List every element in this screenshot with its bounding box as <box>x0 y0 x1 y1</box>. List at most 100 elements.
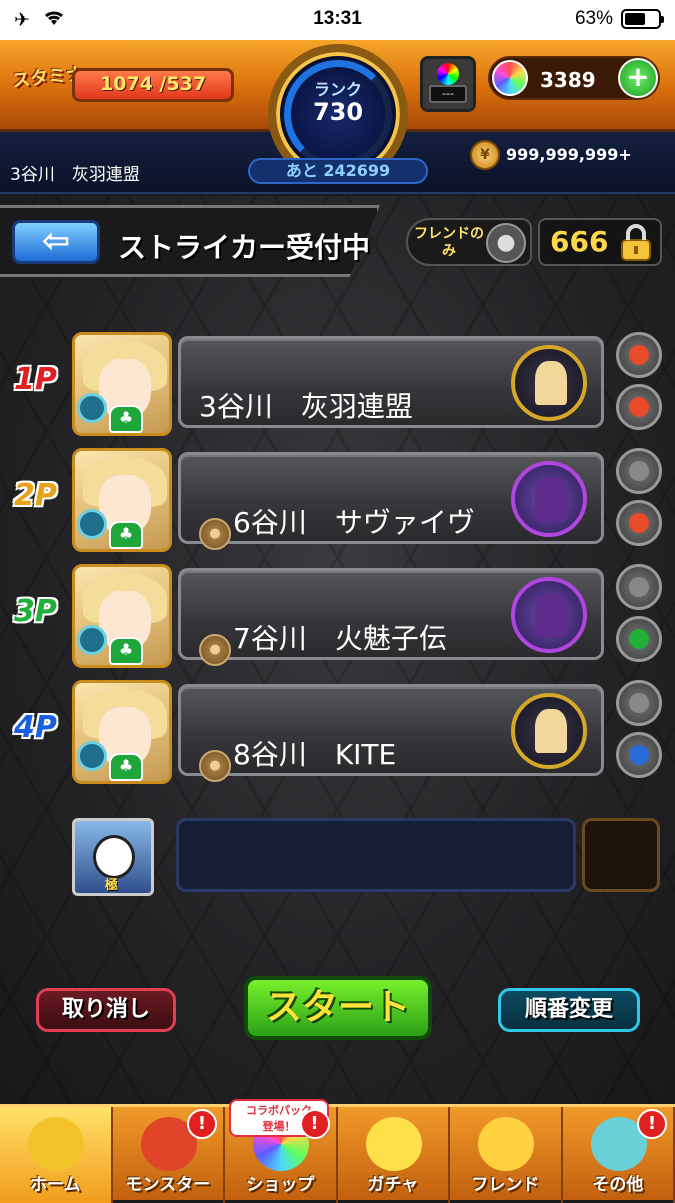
monster-portrait[interactable]: ♣ <box>72 680 172 784</box>
status-bottom-icon[interactable] <box>616 616 662 662</box>
orb-counter: 3389 + <box>488 56 660 100</box>
nav-item[interactable]: フレンド <box>450 1107 563 1203</box>
rank-exp-remaining: あと 242699 <box>248 158 428 184</box>
player-avatar[interactable] <box>511 345 587 421</box>
coin-count: 999,999,999+ <box>506 145 632 164</box>
home-gate-icon <box>28 1117 84 1171</box>
player-avatar[interactable] <box>511 461 587 537</box>
player-name: 6谷川 サヴァイヴ <box>233 506 475 539</box>
status-bar: ✈ 13:31 63% <box>0 0 675 40</box>
coin-icon: ¥ <box>470 140 500 170</box>
player-avatar[interactable] <box>511 693 587 769</box>
nav-item[interactable]: ガチャ <box>338 1107 451 1203</box>
bottom-nav: ホーム ! モンスター コラボパック 登場！ ! ショップ ガチャ フレンド !… <box>0 1104 675 1200</box>
friend-only-toggle[interactable]: フレンドのみ ● <box>406 218 532 266</box>
clover-icon: ♣ <box>109 637 143 665</box>
clover-icon: ♣ <box>109 521 143 549</box>
gacha-egg-icon <box>366 1117 422 1171</box>
side-buttons <box>614 564 664 668</box>
player-name-bar[interactable]: ●6谷川 サヴァイヴ <box>178 452 604 544</box>
mailbox-screen: --- <box>429 85 467 103</box>
change-order-button[interactable]: 順番変更 <box>498 988 640 1032</box>
player-avatar[interactable] <box>511 577 587 653</box>
side-buttons <box>614 448 664 552</box>
helper-slot-bar[interactable] <box>176 818 576 892</box>
nav-item[interactable]: ! その他 <box>563 1107 675 1203</box>
element-icon <box>77 509 107 539</box>
player-row: 4P ♣ ●8谷川 KITE <box>0 680 675 790</box>
friends-icon <box>478 1117 534 1171</box>
panda-character-icon <box>93 835 135 879</box>
element-icon <box>77 741 107 771</box>
side-buttons <box>614 332 664 436</box>
monster-portrait[interactable]: ♣ <box>72 564 172 668</box>
guild-icon: ● <box>199 750 231 782</box>
player-row: 1P ♣ 3谷川 灰羽連盟 <box>0 332 675 442</box>
nav-label: フレンド <box>450 1170 561 1195</box>
player-slot-label: 4P <box>14 710 57 745</box>
orb-icon <box>492 60 528 96</box>
mailbox-button[interactable]: --- <box>420 56 476 112</box>
status-top-icon[interactable] <box>616 680 662 726</box>
player-name-bar[interactable]: ●8谷川 KITE <box>178 684 604 776</box>
alert-badge: ! <box>637 1109 667 1139</box>
player-slot-label: 1P <box>14 362 57 397</box>
orb-count: 3389 <box>540 68 596 92</box>
nav-label: モンスター <box>113 1170 224 1195</box>
nav-item[interactable]: ! モンスター <box>113 1107 226 1203</box>
player-slot-label: 3P <box>14 594 57 629</box>
side-buttons <box>614 680 664 784</box>
nav-label: ホーム <box>0 1170 111 1195</box>
status-top-icon[interactable] <box>616 448 662 494</box>
status-bottom-icon[interactable] <box>616 500 662 546</box>
cancel-button[interactable]: 取り消し <box>36 988 176 1032</box>
back-button[interactable]: ⇦ <box>12 220 100 264</box>
player-row: 3P ♣ ●7谷川 火魅子伝 <box>0 564 675 674</box>
stamina-value: 1074 /537 <box>75 73 231 95</box>
nav-label: ガチャ <box>338 1170 449 1195</box>
room-number: 666 <box>550 225 608 258</box>
friend-only-label: フレンドのみ <box>414 226 484 260</box>
back-arrow-icon: ⇦ <box>42 221 71 261</box>
rank-label: ランク <box>276 76 400 100</box>
helper-monster-portrait[interactable]: 極 <box>72 818 154 896</box>
element-icon <box>77 393 107 423</box>
alert-badge: ! <box>300 1109 330 1139</box>
status-top-icon[interactable] <box>616 332 662 378</box>
player-name: 7谷川 火魅子伝 <box>233 622 447 655</box>
room-number-box: 666 <box>538 218 662 266</box>
page-title: ストライカー受付中 <box>118 226 370 266</box>
start-button[interactable]: スタート <box>244 976 432 1040</box>
buy-orbs-plus-button[interactable]: + <box>618 58 658 98</box>
monster-portrait[interactable]: ♣ <box>72 448 172 552</box>
player-name-bar[interactable]: ●7谷川 火魅子伝 <box>178 568 604 660</box>
player-name-bar[interactable]: 3谷川 灰羽連盟 <box>178 336 604 428</box>
status-bottom-icon[interactable] <box>616 384 662 430</box>
battery-icon <box>621 9 661 29</box>
orb-icon <box>437 63 459 85</box>
guild-icon: ● <box>199 518 231 550</box>
clover-icon: ♣ <box>109 405 143 433</box>
clover-icon: ♣ <box>109 753 143 781</box>
nav-item[interactable]: コラボパック 登場！ ! ショップ <box>225 1107 338 1203</box>
person-icon: ● <box>486 223 526 263</box>
battery-percent: 63% <box>575 8 613 30</box>
nav-label: ショップ <box>225 1170 336 1195</box>
status-bottom-icon[interactable] <box>616 732 662 778</box>
nav-item[interactable]: ホーム <box>0 1107 113 1203</box>
status-top-icon[interactable] <box>616 564 662 610</box>
stamina-bar: 1074 /537 <box>72 68 234 102</box>
rank-value: 730 <box>276 98 400 126</box>
helper-item-slot[interactable] <box>582 818 660 892</box>
clock: 13:31 <box>0 8 675 30</box>
monster-portrait[interactable]: ♣ <box>72 332 172 436</box>
player-name: 3谷川 灰羽連盟 <box>10 160 140 185</box>
alert-badge: ! <box>187 1109 217 1139</box>
nav-label: その他 <box>563 1170 674 1195</box>
helper-rank-badge: 極 <box>105 874 118 893</box>
player-slot-label: 2P <box>14 478 57 513</box>
player-row: 2P ♣ ●6谷川 サヴァイヴ <box>0 448 675 558</box>
lock-icon[interactable] <box>618 224 654 262</box>
player-name: 3谷川 灰羽連盟 <box>199 390 413 423</box>
guild-icon: ● <box>199 634 231 666</box>
